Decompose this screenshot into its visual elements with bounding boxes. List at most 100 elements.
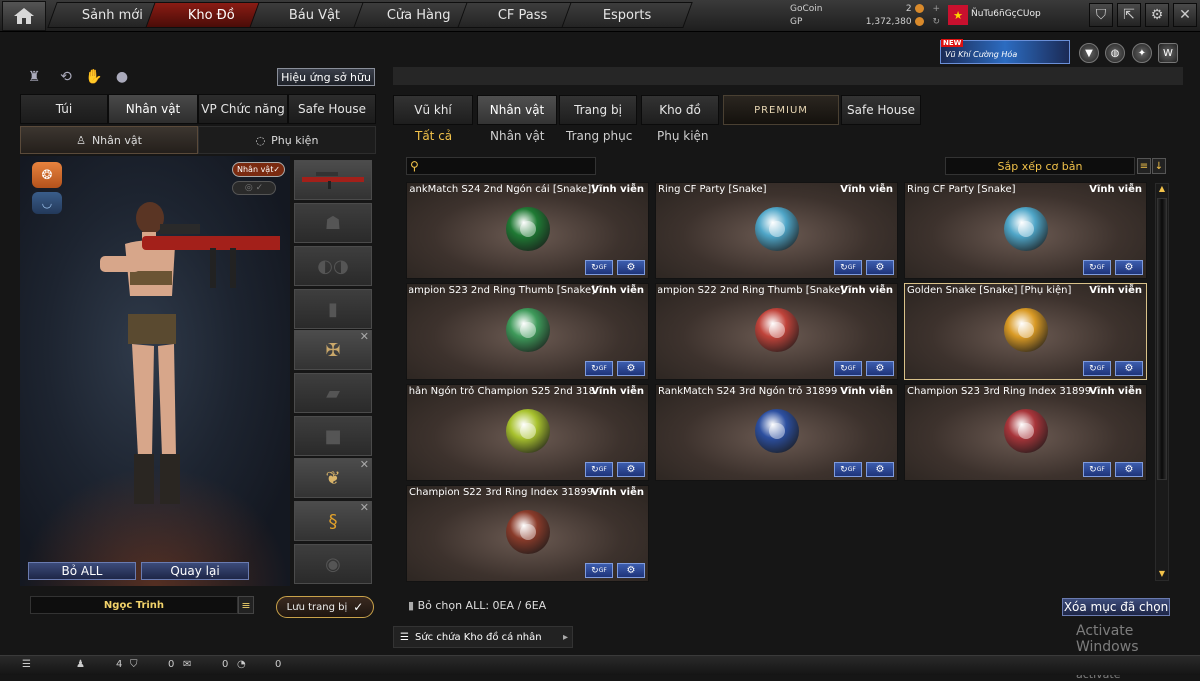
item-settings-button[interactable]: ⚙ [617,462,645,477]
tab-trang-bi[interactable]: Trang bị [559,95,637,125]
subtab-tat-ca[interactable]: Tất cả [415,129,452,143]
pose-icon[interactable]: ✋ [84,67,104,87]
item-settings-button[interactable]: ⚙ [1115,260,1143,275]
slot-glasses[interactable]: ◐◑ [294,246,372,286]
gift-button[interactable]: ↻ GF [585,361,613,376]
menu-list-icon[interactable]: ☰ [22,659,31,670]
remove-all-button[interactable]: Bỏ ALL [28,562,136,580]
slot-ring-2[interactable]: § ✕ [294,501,372,541]
slot-vest[interactable]: ▮ [294,289,372,329]
tab-vp-chuc-nang[interactable]: VP Chức năng [198,94,288,124]
item-settings-button[interactable]: ⚙ [1115,361,1143,376]
tab-premium[interactable]: PREMIUM [723,95,839,125]
character-name-field[interactable]: Ngọc Trinh [30,596,238,614]
ranking-icon[interactable]: ♜ [24,67,44,87]
brand-logo-icon[interactable]: W [1158,43,1178,63]
item-settings-button[interactable]: ⚙ [1115,462,1143,477]
gift-button[interactable]: ↻ GF [585,462,613,477]
gift-button[interactable]: ↻ GF [1083,260,1111,275]
tab-vu-khi[interactable]: Vũ khí [393,95,473,125]
gift-button[interactable]: ↻ GF [834,462,862,477]
delete-selected-button[interactable]: Xóa mục đã chọn [1062,598,1170,616]
item-settings-button[interactable]: ⚙ [866,462,894,477]
settings-icon[interactable]: ⚙ [1145,3,1169,27]
inventory-item-card[interactable]: RankMatch S24 3rd Ngón trỏ 31899 Vĩnh viễ… [655,384,898,481]
rank-shield-icon[interactable]: ⛉ [1089,3,1113,27]
subtab-nhan-vat-right[interactable]: Nhân vật [490,129,545,143]
tab-kho-do[interactable]: Kho đồ [641,95,719,125]
scrollbar-thumb[interactable] [1157,198,1167,480]
character-class-icon[interactable]: ❂ [32,162,62,188]
slot-head[interactable]: ☗ [294,203,372,243]
inventory-item-card[interactable]: Champion S22 2nd Ring Thumb [Snake] Vĩnh … [655,283,898,380]
remove-ring-1-icon[interactable]: ✕ [360,458,369,471]
add-coin-icon[interactable]: + [932,4,940,14]
inventory-item-card[interactable]: [Phụ kiện] Golden Snake [Snake] Vĩnh viễn… [904,283,1147,380]
globe-icon[interactable]: ◍ [1105,43,1125,63]
nav-tab-esports[interactable]: Esports [561,2,693,28]
tab-tui[interactable]: Túi [20,94,108,124]
slot-body[interactable]: ▰ [294,373,372,413]
owned-character-badge[interactable]: Nhân vật✓ [232,162,286,177]
tab-safe-house[interactable]: Safe House [288,94,376,124]
list-view-icon[interactable]: ≡ [1137,158,1151,174]
home-button[interactable] [2,1,46,31]
mask-icon[interactable]: ◡ [32,192,62,214]
event-icon[interactable]: ✦ [1132,43,1152,63]
refresh-icon[interactable]: ↻ [932,17,940,27]
storage-capacity-button[interactable]: ☰ Sức chứa Kho đồ cá nhân ▸ [393,626,573,648]
back-button[interactable]: Quay lại [141,562,249,580]
inventory-item-card[interactable]: Champion S23 3rd Ring Index 31899 Vĩnh vi… [904,384,1147,481]
subtab-phu-kien-right[interactable]: Phụ kiện [657,129,709,143]
slot-emblem[interactable]: ✠ ✕ [294,330,372,370]
party-icon[interactable]: ♟ [76,659,85,670]
subtab-nhan-vat[interactable]: ♙ Nhân vật [20,126,198,154]
slot-primary-weapon[interactable] [294,160,372,200]
sort-dropdown[interactable]: Sắp xếp cơ bản [945,157,1135,175]
slot-pants[interactable]: ■ [294,416,372,456]
inventory-item-card[interactable]: [RankMatch S24 2nd Ngón cái [Snake] Vĩnh … [406,182,649,279]
scroll-up-arrow-icon[interactable]: ▲ [1156,184,1168,194]
gift-button[interactable]: ↻ GF [585,260,613,275]
remove-emblem-icon[interactable]: ✕ [360,330,369,343]
inventory-item-card[interactable]: Ring CF Party [Snake] Vĩnh viễn ↻ GF ⚙ [655,182,898,279]
subtab-phu-kien[interactable]: ◌ Phụ kiện [198,126,376,154]
inventory-item-card[interactable]: Champion S23 2nd Ring Thumb [Snake] Vĩnh … [406,283,649,380]
gift-button[interactable]: ↻ GF [1083,462,1111,477]
close-icon[interactable]: ✕ [1173,3,1197,27]
slot-ring-1[interactable]: ❦ ✕ [294,458,372,498]
gift-button[interactable]: ↻ GF [1083,361,1111,376]
hide-toggle[interactable]: ◎ ✓ [232,181,276,195]
name-menu-icon[interactable]: ≡ [238,596,254,614]
scroll-down-arrow-icon[interactable]: ▼ [1156,569,1168,579]
promo-banner[interactable]: NEW Vũ Khí Cường Hóa [940,39,1070,64]
notification-icon[interactable]: ◔ [237,659,246,670]
view-rotate-icon[interactable]: ⟲ [56,67,76,87]
gift-button[interactable]: ↻ GF [585,563,613,578]
inventory-item-card[interactable]: Ring CF Party [Snake] Vĩnh viễn ↻ GF ⚙ [904,182,1147,279]
gift-button[interactable]: ↻ GF [834,260,862,275]
tab-nhan-vat-right[interactable]: Nhân vật [477,95,557,125]
chat-icon[interactable]: ✉ [183,659,191,670]
search-input[interactable]: ⚲ [406,157,596,175]
item-settings-button[interactable]: ⚙ [866,361,894,376]
tab-nhan-vat[interactable]: Nhân vật [108,94,198,124]
owned-effect-button[interactable]: Hiệu ứng sở hữu [277,68,375,86]
subtab-trang-phuc[interactable]: Trang phục [566,129,632,143]
remove-ring-2-icon[interactable]: ✕ [360,501,369,514]
exit-icon[interactable]: ⇱ [1117,3,1141,27]
item-settings-button[interactable]: ⚙ [866,260,894,275]
grenade-icon[interactable]: ● [112,67,132,87]
inventory-item-card[interactable]: Nhẫn Ngón trỏ Champion S25 2nd 318 Vĩnh v… [406,384,649,481]
clan-shield-icon[interactable]: ⛉ [130,659,138,670]
clan-icon[interactable]: ▼ [1079,43,1099,63]
tab-safe-house-right[interactable]: Safe House [841,95,921,125]
item-settings-button[interactable]: ⚙ [617,563,645,578]
character-preview[interactable]: ❂ ◡ Nhân vật✓ ◎ ✓ [20,156,290,586]
inventory-item-card[interactable]: Champion S22 3rd Ring Index 31899 Vĩnh vi… [406,485,649,582]
gift-button[interactable]: ↻ GF [834,361,862,376]
slot-ring-3[interactable]: ◉ [294,544,372,584]
item-settings-button[interactable]: ⚙ [617,260,645,275]
sort-direction-icon[interactable]: ↓ [1152,158,1166,174]
item-settings-button[interactable]: ⚙ [617,361,645,376]
